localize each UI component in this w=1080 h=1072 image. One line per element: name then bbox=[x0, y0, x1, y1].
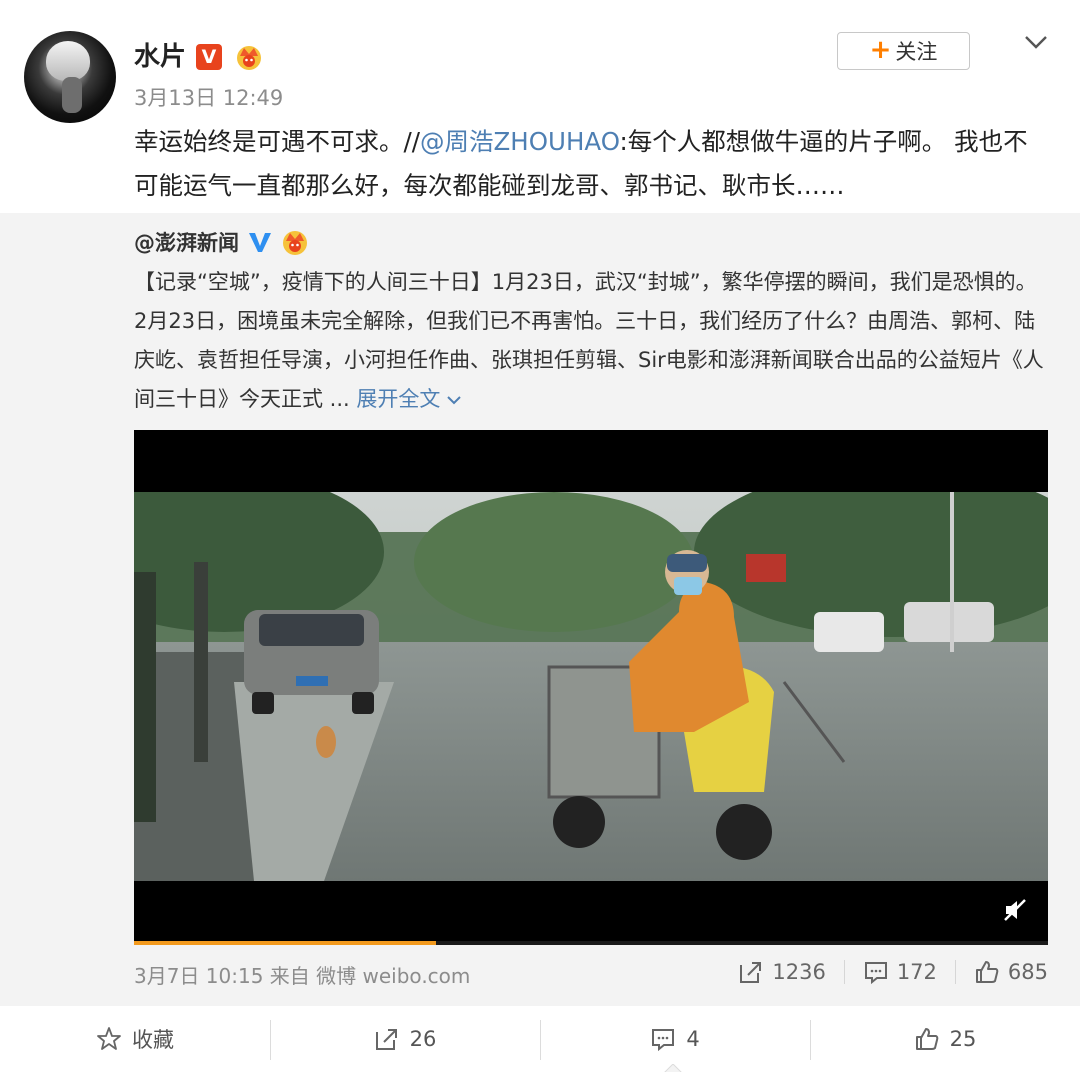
plus-icon: + bbox=[869, 35, 892, 65]
comment-count: 172 bbox=[896, 960, 937, 984]
repost-count: 1236 bbox=[772, 960, 826, 984]
repost-icon bbox=[375, 1029, 397, 1050]
chevron-down-icon[interactable] bbox=[1024, 34, 1048, 50]
active-tab-pointer bbox=[664, 1064, 682, 1072]
repost-button[interactable]: 26 bbox=[270, 1006, 540, 1072]
like-icon bbox=[915, 1028, 938, 1050]
repost-stats: 1236 172 685 bbox=[738, 959, 1048, 985]
star-icon bbox=[97, 1027, 121, 1050]
divider bbox=[843, 960, 845, 984]
repost-count-button[interactable]: 1236 bbox=[738, 959, 826, 985]
weibo-post: 水片 V 3月13日 12:49 + 关注 幸运始终是可遇不可求。//@周浩ZH… bbox=[0, 0, 1080, 213]
follow-button[interactable]: + 关注 bbox=[837, 32, 970, 70]
video-frame bbox=[134, 492, 1048, 881]
like-count: 685 bbox=[1007, 960, 1048, 984]
comment-icon bbox=[864, 962, 887, 985]
like-count-button[interactable]: 685 bbox=[974, 959, 1048, 985]
expand-full-text-link[interactable]: 展开全文 bbox=[356, 387, 462, 411]
divider bbox=[954, 960, 956, 984]
verified-v-icon: V bbox=[196, 44, 222, 70]
repost-source-name[interactable]: @澎湃新闻 bbox=[134, 227, 239, 259]
repost-icon bbox=[740, 962, 762, 983]
avatar[interactable] bbox=[24, 31, 116, 123]
mention-link[interactable]: @周浩ZHOUHAO bbox=[420, 127, 620, 156]
video-progress-fill bbox=[134, 941, 436, 945]
favorite-label: 收藏 bbox=[132, 1028, 174, 1052]
like-icon bbox=[975, 961, 999, 983]
favorite-button[interactable]: 收藏 bbox=[0, 1006, 270, 1072]
like-button[interactable]: 25 bbox=[810, 1006, 1080, 1072]
author-name[interactable]: 水片 bbox=[134, 38, 186, 76]
repost-text: 【记录“空城”，疫情下的人间三十日】1月23日，武汉“封城”，繁华停摆的瞬间，我… bbox=[134, 263, 1049, 419]
like-action-count: 25 bbox=[949, 1027, 977, 1051]
repost-action-count: 26 bbox=[409, 1027, 437, 1051]
repost-meta: 3月7日 10:15 来自 微博 weibo.com bbox=[134, 964, 471, 988]
video-player[interactable] bbox=[134, 430, 1048, 945]
reposted-card[interactable]: @澎湃新闻 【记录“空城”，疫情下的人间三十日】1月23日，武汉“封城”，繁华停… bbox=[0, 213, 1080, 1006]
comment-count-button[interactable]: 172 bbox=[863, 959, 937, 985]
video-progress-bar[interactable] bbox=[134, 941, 1048, 945]
mute-icon[interactable] bbox=[1002, 897, 1028, 923]
post-text-before: 幸运始终是可遇不可求。// bbox=[134, 127, 421, 156]
chevron-down-icon bbox=[447, 396, 462, 405]
post-timestamp: 3月13日 12:49 bbox=[134, 86, 284, 110]
crown-icon bbox=[237, 46, 261, 70]
comment-icon bbox=[652, 1029, 675, 1052]
crown-icon bbox=[283, 231, 307, 255]
verified-blue-v-icon bbox=[249, 233, 271, 252]
repost-body: 【记录“空城”，疫情下的人间三十日】1月23日，武汉“封城”，繁华停摆的瞬间，我… bbox=[134, 270, 1044, 411]
comment-action-count: 4 bbox=[686, 1027, 700, 1051]
comment-button[interactable]: 4 bbox=[540, 1006, 810, 1072]
post-text: 幸运始终是可遇不可求。//@周浩ZHOUHAO:每个人都想做牛逼的片子啊。 我也… bbox=[134, 120, 1049, 208]
expand-label: 展开全文 bbox=[356, 387, 441, 411]
follow-label: 关注 bbox=[895, 40, 938, 64]
action-bar: 收藏 26 4 25 bbox=[0, 1006, 1080, 1072]
